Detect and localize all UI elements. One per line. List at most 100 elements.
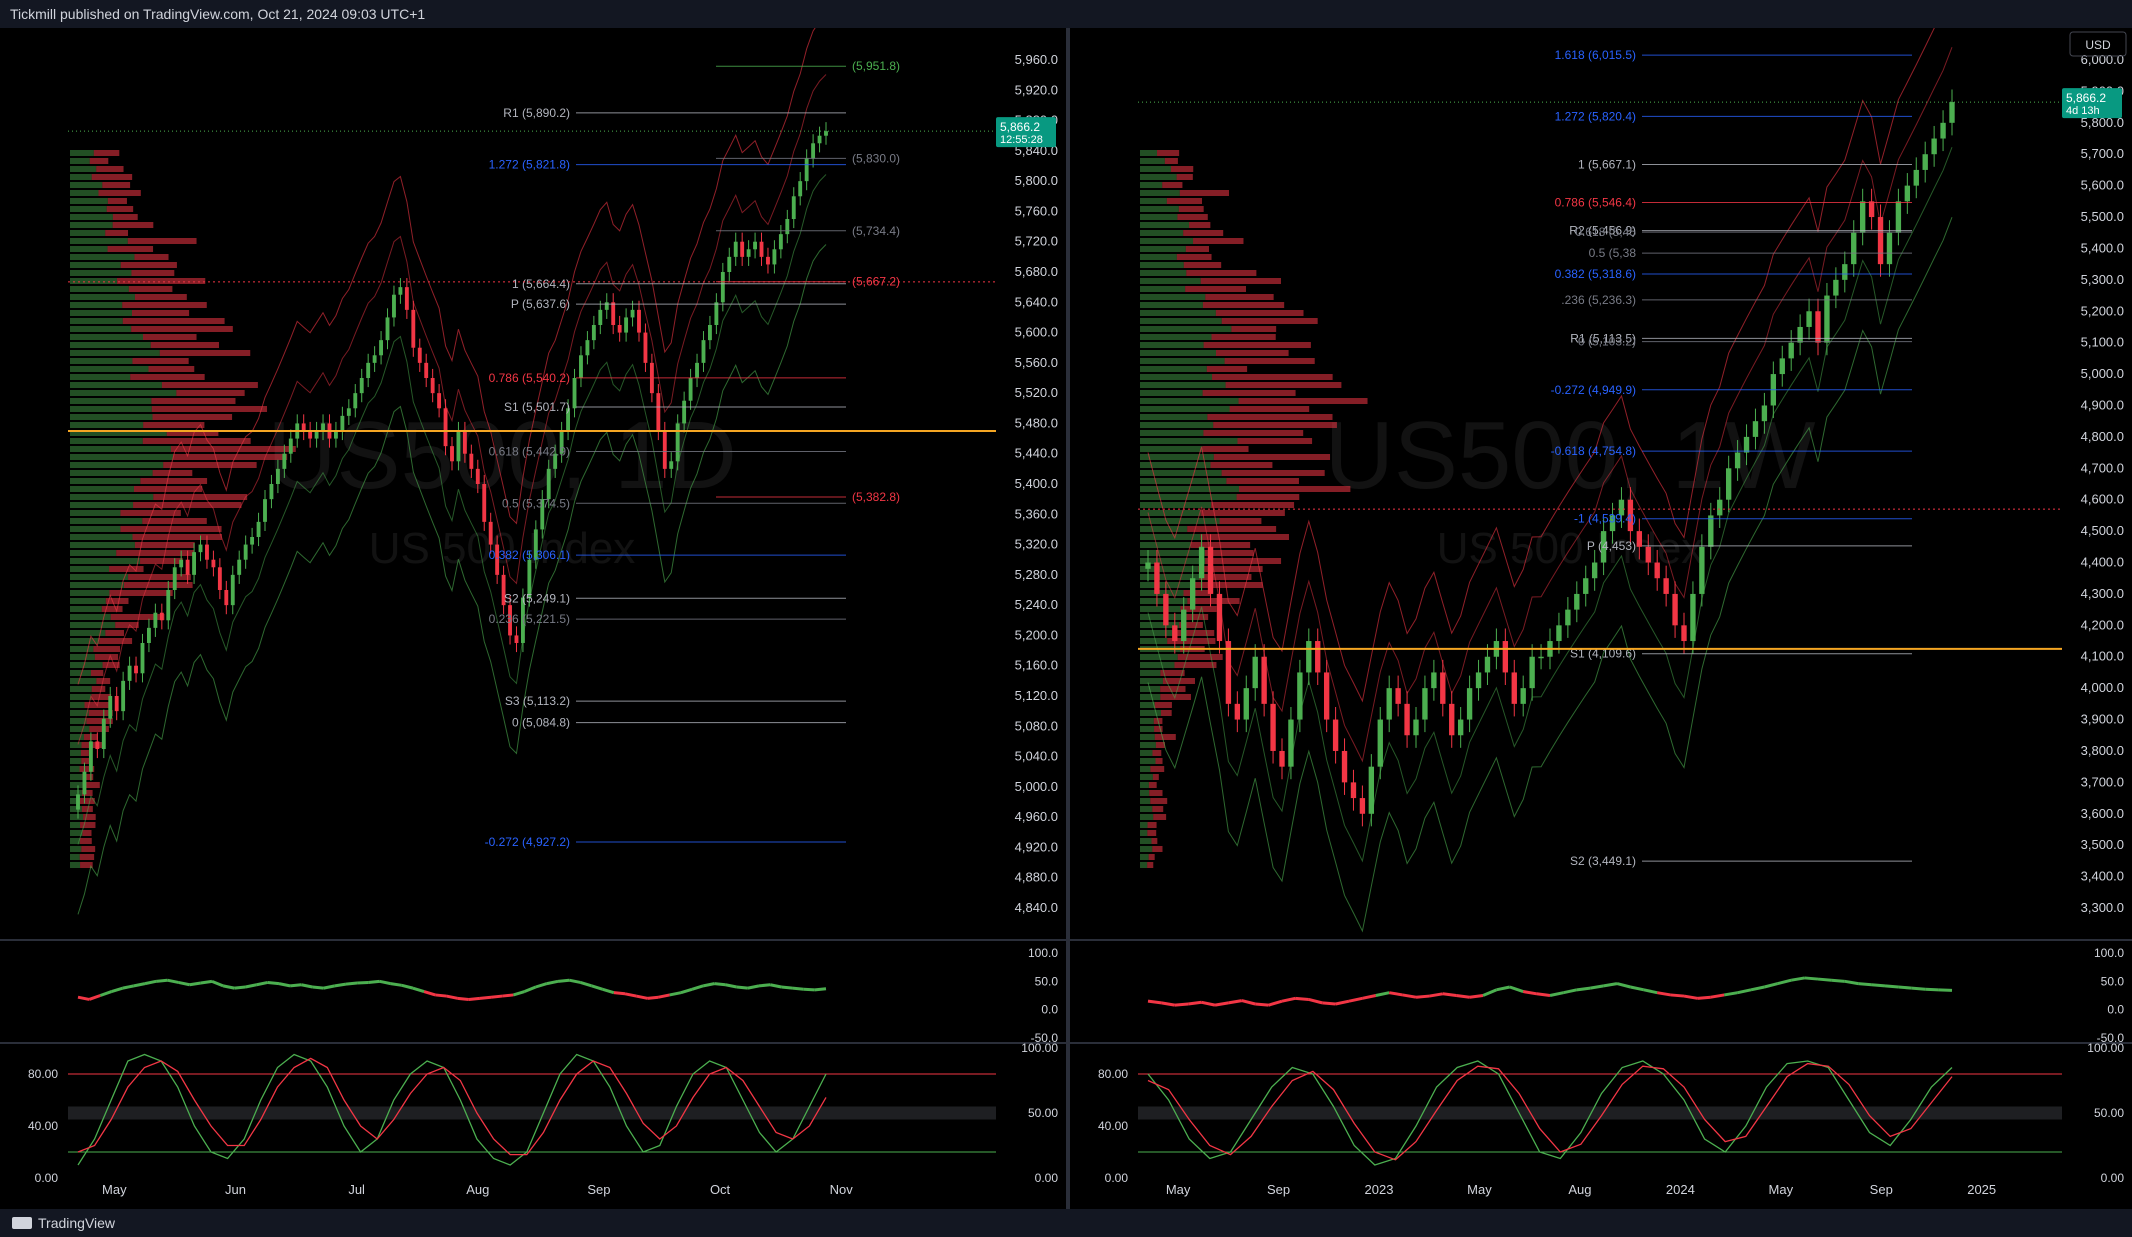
volume-profile-bar [1202,302,1285,308]
candle-body [1475,672,1482,689]
volume-profile-bar [1239,486,1351,492]
rsi-segment [357,980,369,985]
volume-profile-bar [151,398,236,404]
volume-profile-bar [99,638,133,644]
volume-profile-bar [159,350,251,356]
volume-profile-bar [140,558,183,564]
volume-profile-bar [1225,382,1342,388]
candle-body [1672,593,1678,626]
level-label: -0.618 (4,754.8) [1551,444,1636,458]
time-tick-label: Oct [710,1182,731,1197]
stoch-axis-label-right: 50.00 [1028,1106,1058,1120]
candle-body [1270,703,1276,751]
volume-profile-bar [70,550,117,556]
volume-profile-bar [70,814,84,820]
price-tick-label: 5,800.0 [1015,173,1058,188]
volume-profile-bar [1140,534,1201,540]
candle-body [1529,656,1535,689]
stoch-axis-label-left: 80.00 [1098,1067,1128,1081]
candle-body [772,249,777,265]
rsi-segment [122,984,135,990]
daily-chart[interactable]: US500, 1DUS 500 Index4,840.04,880.04,920… [0,28,1066,1209]
price-tick-label: 3,400.0 [2081,869,2124,884]
volume-profile-bar [1211,334,1276,340]
volume-profile-bar [70,382,162,388]
candle-body [88,741,93,772]
volume-profile-bar [1147,822,1157,828]
volume-profile-bar [1176,254,1212,260]
volume-profile-bar [70,214,113,220]
candle-body [1717,499,1723,516]
volume-profile-bar [70,734,84,740]
candle-body [1734,452,1741,469]
footer-bar: TradingView [0,1209,2132,1237]
rsi-segment [1549,991,1564,997]
volume-profile-bar [1140,446,1203,452]
volume-profile-bar [1187,526,1277,532]
volume-profile-bar [1210,462,1273,468]
volume-profile-bar [127,238,197,244]
candle-body [1761,405,1768,422]
rsi-segment [1362,994,1377,1000]
volume-profile-bar [1160,710,1172,716]
tradingview-logo[interactable]: TradingView [12,1209,115,1237]
volume-profile-bar [1140,286,1186,292]
volume-profile-bar [107,246,154,252]
stoch-axis-label-right: 50.00 [2094,1106,2124,1120]
volume-profile-bar [134,294,187,300]
volume-profile-bar [70,494,154,500]
candle-body [398,287,403,295]
rsi-segment [368,979,380,984]
volume-profile-bar [70,846,82,852]
volume-profile-bar [1140,414,1208,420]
rsi-segment [479,995,492,1000]
rsi-segment [1496,985,1511,992]
candle-body [1565,609,1571,626]
volume-profile-bar [1140,254,1177,260]
volume-profile-bar [80,822,96,828]
volume-profile-bar [134,542,195,548]
level-label: 0.618 (5,442.9) [489,445,570,459]
rsi-segment [390,982,402,987]
candle-body [824,131,828,136]
price-tick-label: 5,240.0 [1015,597,1058,612]
rsi-segment [412,986,425,993]
candle-body [205,544,209,560]
rsi-segment [568,978,581,984]
volume-profile-bar [79,854,95,860]
publish-text: Tickmill published on TradingView.com, O… [10,6,426,22]
volume-profile-bar [70,574,129,580]
candle-body [263,499,267,522]
level-label: 0.5 (5,38 [1589,246,1637,260]
candle-body [598,309,603,325]
rsi-segment [579,981,592,988]
candle-body [462,431,467,454]
candle-body [1886,232,1893,265]
volume-profile-bar [105,630,125,636]
weekly-chart[interactable]: US500, 1WUS 500 Index3,300.03,400.03,500… [1070,28,2132,1209]
candle-body [766,256,770,265]
candle-body [1904,185,1911,202]
price-tick-label: 4,900.0 [2081,397,2124,412]
volume-profile-bar [70,414,153,420]
candle-body [450,446,454,462]
volume-profile-bar [1140,798,1151,804]
rsi-segment [1241,999,1256,1006]
rsi-segment [1844,979,1859,986]
volume-profile-bar [163,462,257,468]
volume-profile-bar [143,422,205,428]
rsi-segment [1656,991,1671,997]
volume-profile-bar [96,166,124,172]
level-label: 0.786 (5,546.4) [1555,195,1636,209]
volume-profile-bar [70,726,90,732]
candle-body [1306,641,1312,673]
volume-profile-bar [1236,494,1300,500]
volume-profile-bar [1140,206,1179,212]
volume-profile-bar [109,566,144,572]
candle-body [282,453,287,469]
volume-profile-bar [98,190,141,196]
rsi-segment [1442,992,1457,997]
volume-profile-bar [1186,270,1257,276]
candle-body [417,347,422,363]
volume-profile-bar [1140,270,1187,276]
